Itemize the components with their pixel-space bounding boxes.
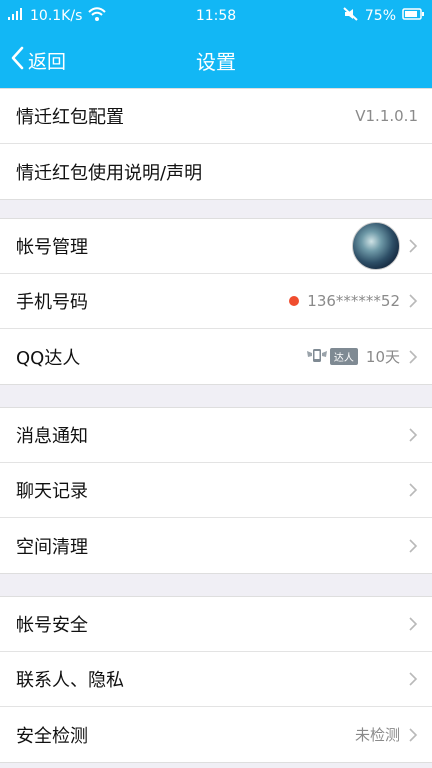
row-value: 136******52 [289,292,418,310]
red-dot-icon [289,296,300,306]
section-account: 帐号管理 手机号码 136******52 QQ达人 达人 10天 [0,218,432,385]
section-security: 帐号安全 联系人、隐私 安全检测 未检测 [0,596,432,763]
back-button[interactable]: 返回 [10,32,66,88]
row-account-manage[interactable]: 帐号管理 [0,219,432,274]
row-label: QQ达人 [16,347,81,369]
row-qq-daren[interactable]: QQ达人 达人 10天 [0,329,432,384]
version-text: V1.1.0.1 [355,107,418,125]
status-right: 75% [343,7,424,25]
signal-icon [8,8,24,24]
chevron-right-icon [409,483,418,497]
check-status: 未检测 [354,726,400,744]
row-phone-number[interactable]: 手机号码 136******52 [0,274,432,329]
row-contacts-privacy[interactable]: 联系人、隐私 [0,652,432,707]
row-chat-history[interactable]: 聊天记录 [0,463,432,518]
section-general: 消息通知 聊天记录 空间清理 [0,407,432,574]
status-bar: 10.1K/s 11:58 75% [0,0,432,32]
battery-percent: 75% [364,8,396,24]
back-label: 返回 [28,50,67,73]
battery-icon [402,8,424,24]
row-label: 情迁红包配置 [16,107,124,128]
row-label: 消息通知 [16,426,88,447]
row-hongbao-instructions[interactable]: 情迁红包使用说明/声明 [0,144,432,199]
row-account-security[interactable]: 帐号安全 [0,597,432,652]
avatar [352,222,400,270]
row-label: 帐号管理 [16,237,88,258]
nav-bar: 返回 设置 [0,32,432,88]
badge-text: 达人 [329,348,358,365]
row-label: 情迁红包使用说明/声明 [16,162,203,184]
chevron-right-icon [409,428,418,442]
row-storage-cleanup[interactable]: 空间清理 [0,518,432,573]
daren-badge: 达人 [306,347,358,367]
header: 10.1K/s 11:58 75% 返回 设置 [0,0,432,88]
mute-icon [343,7,359,25]
row-value: V1.1.0.1 [355,107,418,125]
row-value [352,222,418,270]
row-notifications[interactable]: 消息通知 [0,408,432,463]
chevron-right-icon [409,727,418,742]
chevron-right-icon [409,617,418,631]
row-label: 空间清理 [16,536,88,558]
chevron-right-icon [409,672,418,686]
row-hongbao-config[interactable]: 情迁红包配置 V1.1.0.1 [0,89,432,144]
row-label: 手机号码 [16,292,88,313]
row-label: 联系人、隐私 [16,670,124,691]
network-speed: 10.1K/s [30,8,83,24]
wifi-icon [88,7,107,25]
row-label: 安全检测 [16,725,88,747]
row-value: 未检测 [355,724,418,745]
section-plugin: 情迁红包配置 V1.1.0.1 情迁红包使用说明/声明 [0,88,432,200]
status-left: 10.1K/s [8,7,107,25]
chevron-left-icon [10,46,24,75]
chevron-right-icon [409,349,418,364]
row-label: 聊天记录 [16,481,88,502]
chevron-right-icon [409,294,418,308]
chevron-right-icon [409,538,418,553]
winged-phone-icon [306,347,328,367]
days-value: 10天 [365,348,400,366]
row-security-check[interactable]: 安全检测 未检测 [0,707,432,762]
row-value: 达人 10天 [306,346,418,367]
row-label: 帐号安全 [16,615,88,636]
chevron-right-icon [409,239,418,253]
phone-value: 136******52 [307,292,400,310]
